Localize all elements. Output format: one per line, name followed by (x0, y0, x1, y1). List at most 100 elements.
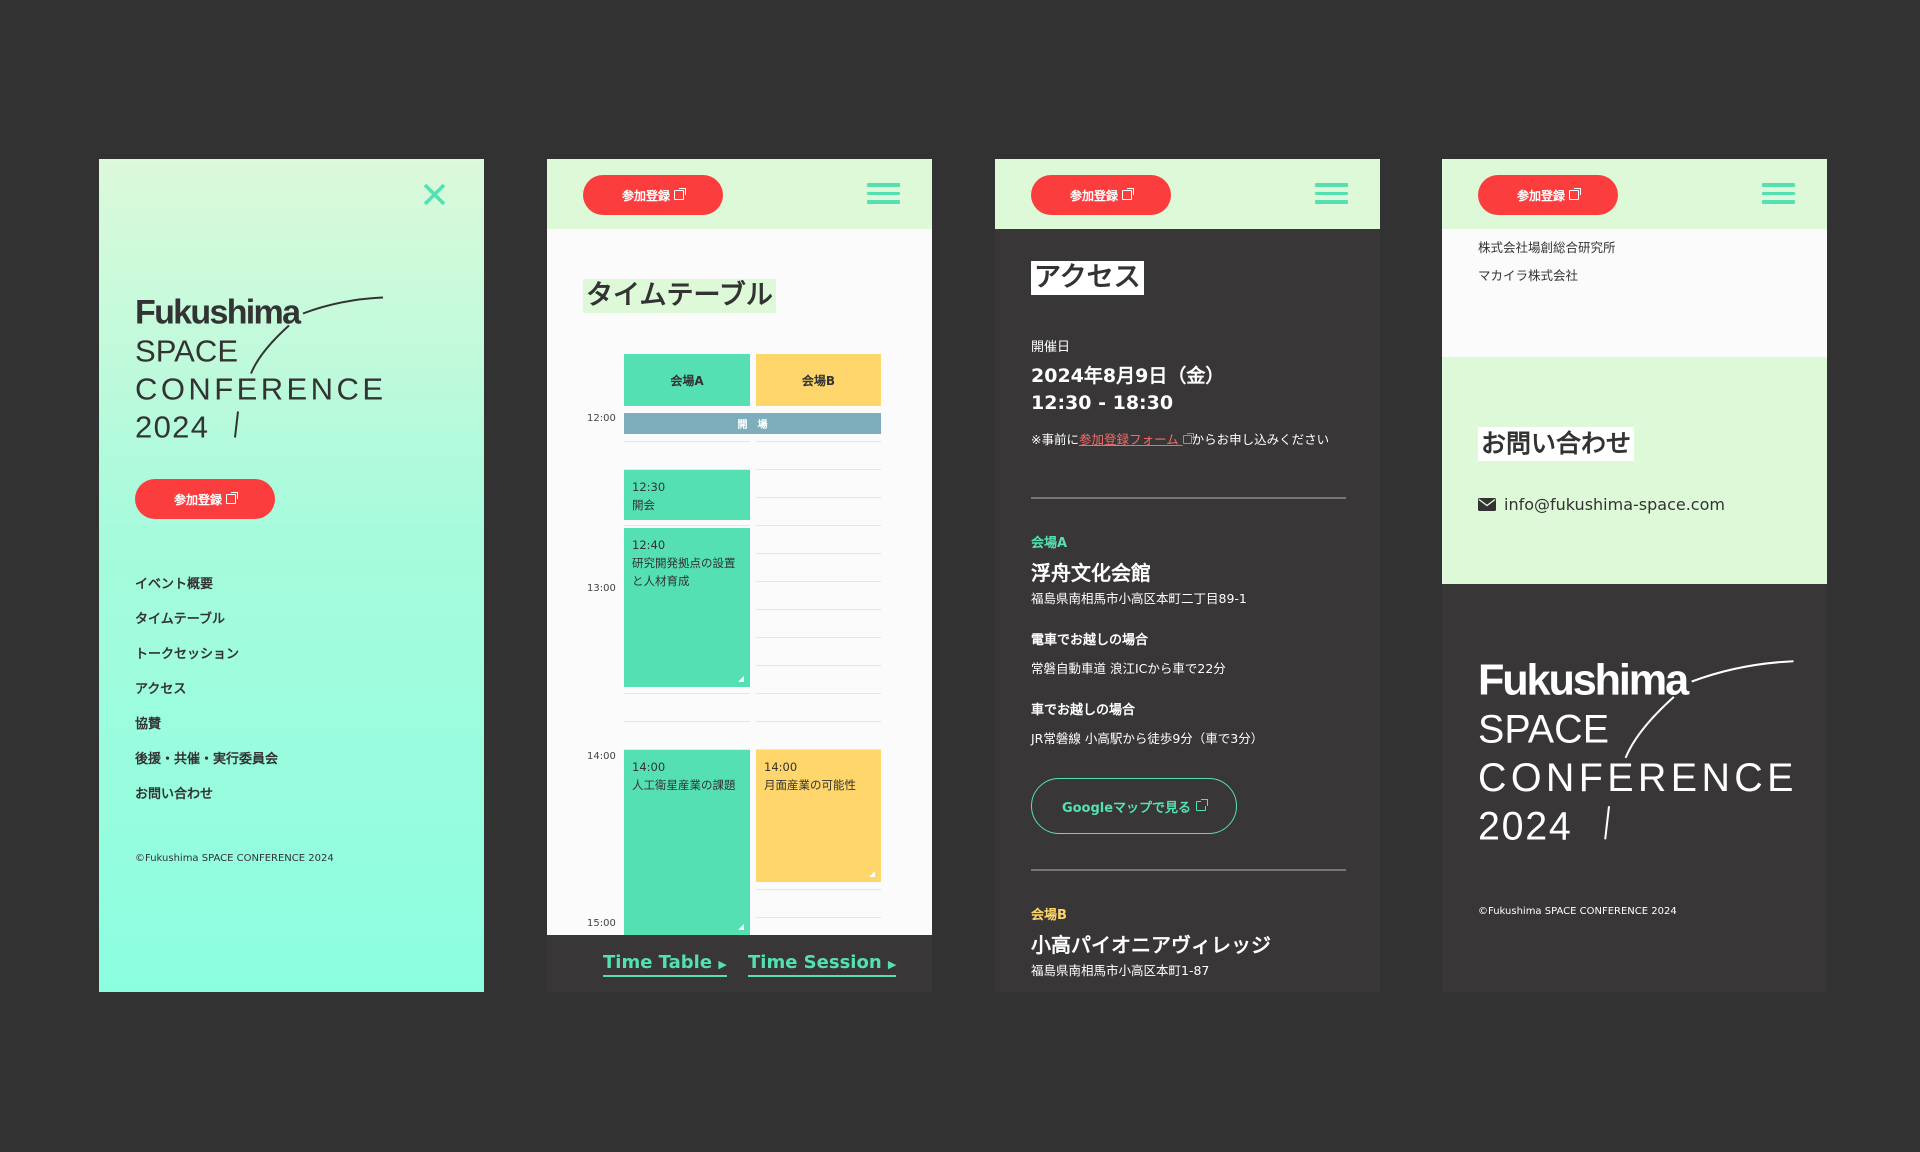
menu-item-timetable[interactable]: タイムテーブル (135, 608, 225, 627)
page-title: タイムテーブル (583, 279, 776, 313)
link-label: 参加登録フォーム (1078, 432, 1179, 447)
register-button[interactable]: 参加登録 (135, 479, 275, 519)
svg-text:CONFERENCE: CONFERENCE (135, 372, 383, 407)
grid-line (756, 441, 881, 442)
venue-a-label: 会場A (1031, 536, 1068, 551)
grid-line (756, 581, 881, 582)
header: 参加登録 (995, 159, 1380, 229)
company-name: マカイラ株式会社 (1478, 268, 1579, 283)
corner-icon (869, 871, 875, 877)
venue-b-address: 福島県南相馬市小高区本町1-87 (1031, 963, 1210, 978)
session-title: 人工衛星産業の課題 (632, 778, 736, 792)
venue-a-address: 福島県南相馬市小高区本町二丁目89-1 (1031, 591, 1247, 606)
registration-form-link[interactable]: 参加登録フォーム (1078, 432, 1194, 447)
session-time: 12:40 (632, 538, 666, 552)
contact-section: お問い合わせ info@fukushima-space.com (1442, 357, 1827, 584)
close-icon[interactable] (422, 182, 447, 207)
contact-title: お問い合わせ (1478, 427, 1635, 461)
route-label: 電車でお越しの場合 (1031, 633, 1149, 648)
button-label: Googleマップで見る (1061, 800, 1192, 816)
google-map-button[interactable]: Googleマップで見る (1031, 778, 1237, 834)
menu-item-access[interactable]: アクセス (135, 678, 186, 697)
hamburger-icon[interactable] (1315, 183, 1348, 205)
grid-line (624, 721, 750, 722)
time-label: 13:00 (587, 583, 616, 594)
session-title: 月面産業の可能性 (764, 778, 856, 792)
venue-b-label: 会場B (1031, 908, 1067, 923)
note-prefix: ※事前に (1031, 432, 1079, 447)
register-button[interactable]: 参加登録 (1031, 175, 1171, 215)
grid-line (624, 441, 750, 442)
session-title: 開会 (632, 498, 655, 512)
session-time: 12:30 (632, 480, 666, 494)
event-time: 12:30 - 18:30 (1031, 392, 1174, 414)
grid-line (624, 525, 750, 526)
hamburger-icon[interactable] (867, 183, 900, 205)
register-label: 参加登録 (173, 492, 222, 507)
menu-item-support[interactable]: 後援・共催・実行委員会 (135, 748, 278, 767)
grid-line (756, 721, 881, 722)
route-label: 車でお越しの場合 (1031, 703, 1136, 718)
session-title: 研究開発拠点の設置と人材育成 (632, 556, 736, 588)
venue-b-header: 会場B (756, 354, 881, 406)
caret-right-icon: ▶ (887, 958, 897, 971)
external-link-icon (1182, 433, 1194, 444)
menu-item-contact[interactable]: お問い合わせ (135, 783, 213, 802)
divider (1031, 497, 1346, 499)
time-label: 12:00 (587, 413, 616, 424)
session-block[interactable]: 14:00 人工衛星産業の課題 (624, 750, 750, 940)
svg-text:CONFERENCE: CONFERENCE (1478, 756, 1793, 800)
svg-text:2024: 2024 (135, 410, 208, 445)
copyright: ©Fukushima SPACE CONFERENCE 2024 (1478, 906, 1677, 917)
venue-b-name: 小高パイオニアヴィレッジ (1031, 933, 1271, 957)
header: 参加登録 (547, 159, 932, 229)
link-label: Time Table (603, 952, 713, 973)
grid-line (756, 525, 881, 526)
svg-text:SPACE: SPACE (135, 334, 238, 369)
time-label: 15:00 (587, 918, 616, 929)
grid-line (756, 665, 881, 666)
hamburger-icon[interactable] (1762, 183, 1795, 205)
register-label: 参加登録 (1069, 188, 1118, 203)
email-address: info@fukushima-space.com (1504, 495, 1725, 514)
grid-line (624, 693, 750, 694)
register-button[interactable]: 参加登録 (1478, 175, 1618, 215)
contact-screen: 参加登録 株式会社場創総合研究所 マカイラ株式会社 お問い合わせ info@fu… (1442, 159, 1827, 992)
corner-icon (738, 924, 744, 930)
menu-screen: Fukushima SPACE CONFERENCE 2024 参加登録 イベン… (99, 159, 484, 992)
grid-line (756, 469, 881, 470)
session-block[interactable]: 12:40 研究開発拠点の設置と人材育成 (624, 528, 750, 687)
menu-item-overview[interactable]: イベント概要 (135, 573, 213, 592)
session-block[interactable]: 14:00 月面産業の可能性 (756, 750, 881, 882)
svg-text:Fukushima: Fukushima (1478, 656, 1690, 704)
external-link-icon (1122, 188, 1134, 200)
register-label: 参加登録 (1516, 188, 1565, 203)
grid-line (756, 553, 881, 554)
svg-text:SPACE: SPACE (1478, 708, 1609, 752)
caret-right-icon: ▶ (718, 958, 727, 971)
time-table-link[interactable]: Time Table ▶ (603, 952, 727, 977)
menu-item-talk-session[interactable]: トークセッション (135, 643, 239, 662)
timetable-footer: Time Table ▶ Time Session ▶ (547, 935, 932, 992)
menu-item-sponsors[interactable]: 協賛 (135, 713, 161, 732)
external-link-icon (1196, 799, 1209, 811)
link-label: Time Session (748, 952, 882, 973)
time-session-link[interactable]: Time Session ▶ (748, 952, 897, 977)
registration-note: ※事前に参加登録フォーム からお申し込みください (1031, 429, 1351, 450)
external-link-icon (674, 188, 686, 200)
copyright: ©Fukushima SPACE CONFERENCE 2024 (135, 853, 334, 864)
grid-line (756, 497, 881, 498)
access-screen: 参加登録 アクセス 開催日 2024年8月9日（金） 12:30 - 18:30… (995, 159, 1380, 992)
grid-line (756, 889, 881, 890)
route-text: JR常磐線 小高駅から徒歩9分（車で3分） (1031, 731, 1264, 746)
external-link-icon (1569, 188, 1581, 200)
external-link-icon (226, 492, 238, 504)
register-button[interactable]: 参加登録 (583, 175, 723, 215)
email-link[interactable]: info@fukushima-space.com (1478, 495, 1725, 514)
session-block[interactable]: 12:30 開会 (624, 470, 750, 520)
company-name: 株式会社場創総合研究所 (1478, 240, 1616, 255)
event-date: 2024年8月9日（金） (1031, 365, 1225, 387)
svg-text:2024: 2024 (1478, 804, 1571, 847)
time-label: 14:00 (587, 751, 616, 762)
envelope-icon (1478, 498, 1496, 511)
